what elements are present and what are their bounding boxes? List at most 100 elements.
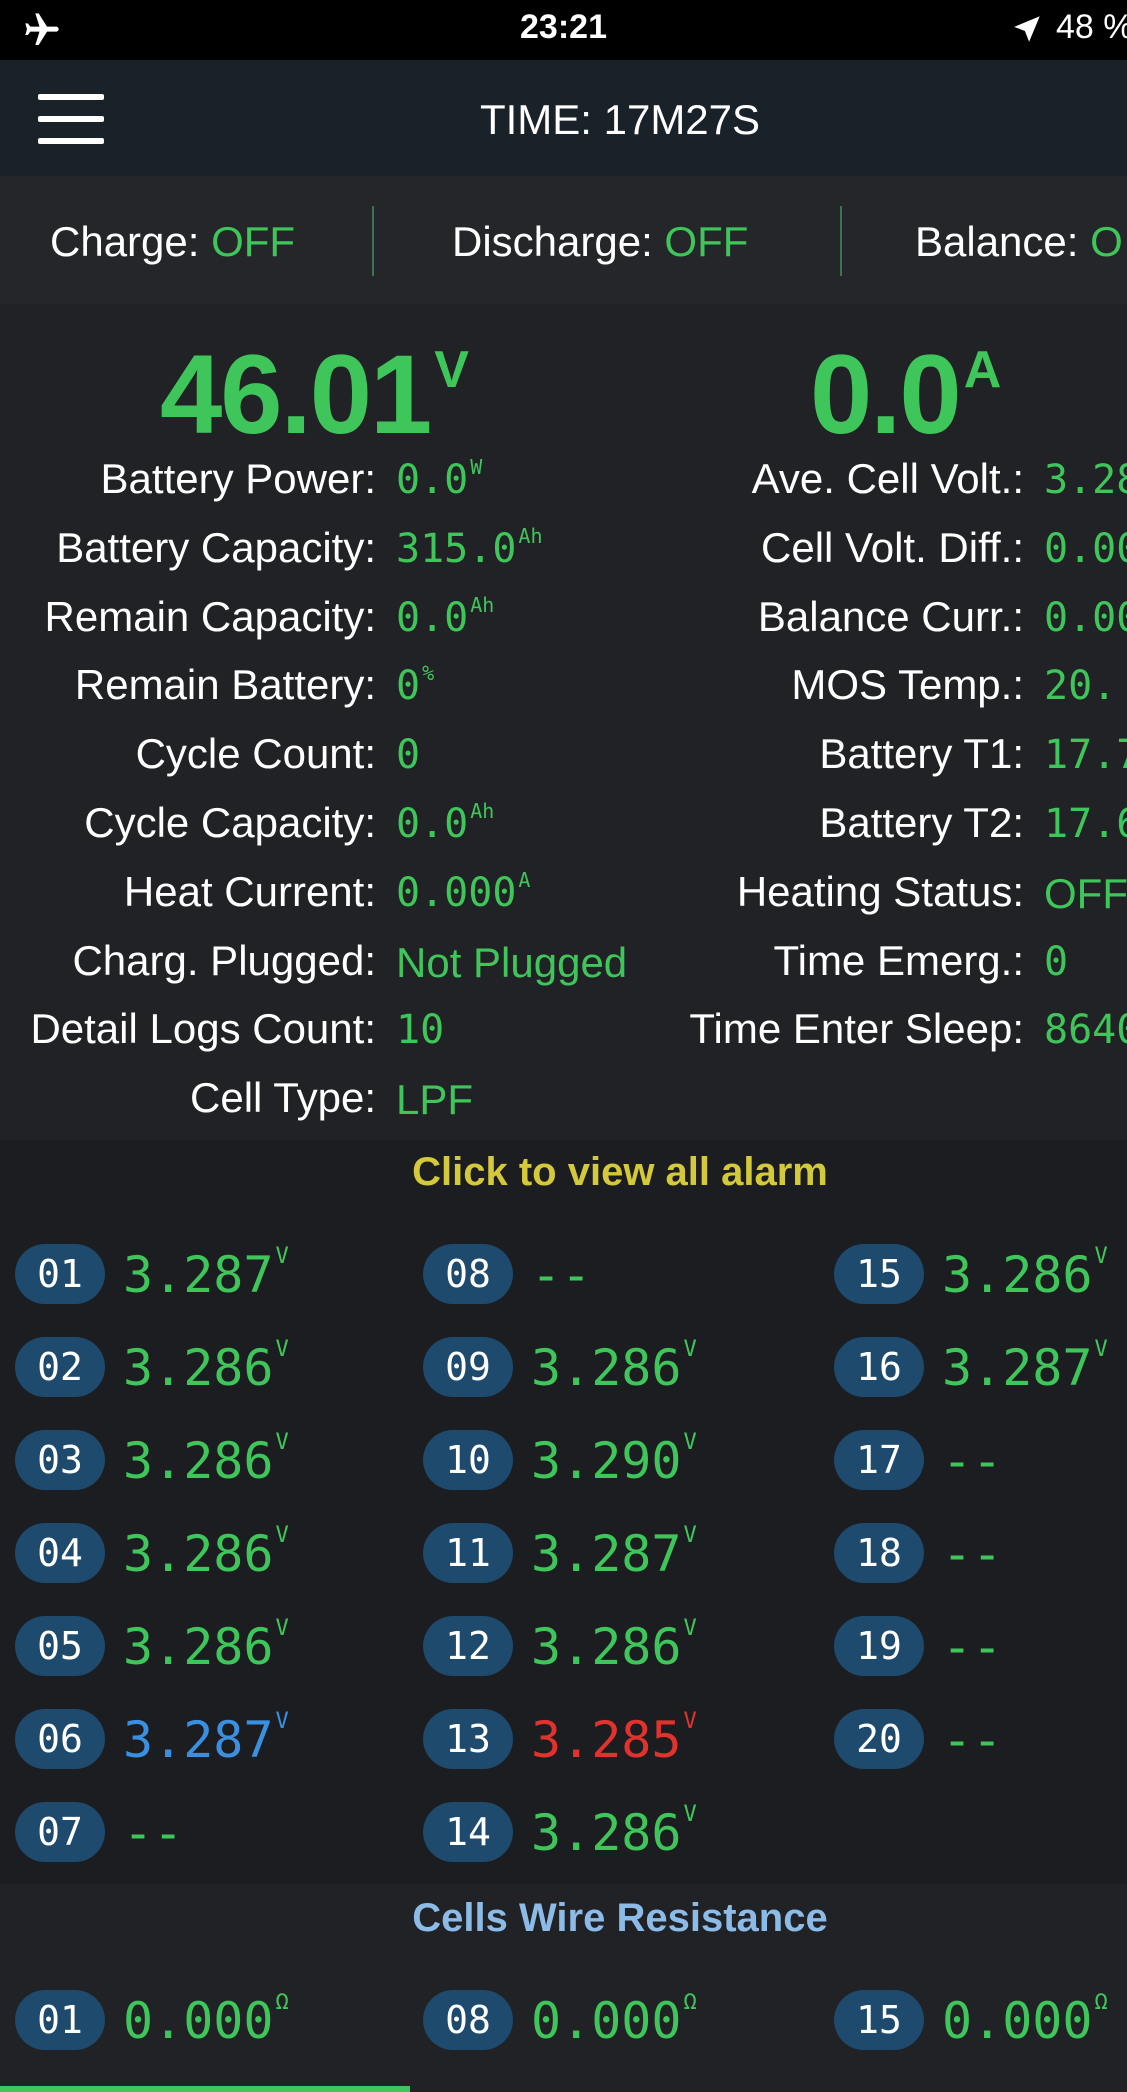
voltage-unit: V (434, 341, 469, 399)
cell-number-badge: 20 (834, 1709, 924, 1769)
cell-voltage-value: -- (942, 1618, 1002, 1676)
wire-resistance-text: 0.000 (942, 1992, 1093, 2050)
cell-voltage-text: 3.287 (123, 1246, 274, 1304)
cell-voltage-text: 3.286 (531, 1339, 682, 1397)
cell-voltage-text: 3.286 (123, 1618, 274, 1676)
info-label: Battery T1: (819, 730, 1024, 778)
info-label-cell: Cell Volt. Diff.: (0, 524, 1024, 584)
cell-voltage-text: -- (942, 1525, 1003, 1583)
cell-number-badge: 07 (15, 1802, 105, 1862)
cell-voltage-unit: V (683, 1802, 697, 1827)
cell-voltage-text: 3.285 (531, 1711, 682, 1769)
wire-resistance-unit: Ω (1094, 1990, 1108, 2015)
cell-voltage-value: 3.286V (531, 1616, 697, 1676)
cell-voltage-text: -- (942, 1432, 1003, 1490)
cell-voltage-value: 3.285V (531, 1709, 697, 1769)
cell-number-badge: 17 (834, 1430, 924, 1490)
location-arrow-icon (1014, 16, 1040, 42)
cell-voltage-unit: V (275, 1430, 289, 1455)
wire-resistance-unit: Ω (275, 1990, 289, 2015)
info-value: 0.00 (1044, 525, 1127, 572)
discharge-value: OFF (664, 218, 749, 265)
info-label: Battery T2: (819, 799, 1024, 846)
wire-resistance-unit: Ω (683, 1990, 697, 2015)
balance-label: Balance: (915, 218, 1091, 265)
cell-voltage-value: 3.286V (123, 1616, 289, 1676)
charge-switch[interactable]: Charge: OFF (50, 218, 295, 266)
status-time: 23:21 (520, 8, 607, 46)
info-label-cell: Time Emerg.: (0, 937, 1024, 997)
status-bar: 23:21 48 % (0, 0, 1127, 60)
cell-number-badge: 03 (15, 1430, 105, 1490)
cell-voltage-value: 3.286V (531, 1802, 697, 1862)
charge-value: OFF (211, 218, 296, 265)
cell-voltage-text: -- (123, 1804, 184, 1862)
info-label-cell: Battery T1: (0, 730, 1024, 790)
wire-resistance-text: 0.000 (123, 1992, 274, 2050)
info-label: Time Enter Sleep: (689, 1005, 1024, 1053)
cell-voltage-text: 3.287 (531, 1525, 682, 1583)
wire-resistance-title: Cells Wire Resistance (412, 1896, 828, 1940)
cell-voltage-value: -- (942, 1525, 1002, 1583)
balance-switch[interactable]: Balance: O (915, 218, 1123, 266)
scroll-indicator (0, 2086, 410, 2092)
cell-number-badge: 12 (423, 1616, 513, 1676)
cell-number-badge: 18 (834, 1523, 924, 1583)
cell-number-badge: 02 (15, 1337, 105, 1397)
cell-voltage-text: -- (942, 1711, 1003, 1769)
total-current: 0.0A (810, 330, 1001, 459)
cell-voltage-text: 3.286 (123, 1339, 274, 1397)
info-label: Cell Volt. Diff.: (761, 523, 1024, 571)
info-label-cell: Battery T2: (0, 799, 1024, 859)
wire-resistance-value: 0.000Ω (942, 1990, 1108, 2050)
cell-voltage-value: 3.286V (123, 1337, 289, 1397)
cell-voltage-text: 3.287 (123, 1711, 274, 1769)
cell-voltage-unit: V (275, 1244, 289, 1269)
cell-number-badge: 05 (15, 1616, 105, 1676)
cell-number-badge: 04 (15, 1523, 105, 1583)
cell-voltage-value: 3.290V (531, 1430, 697, 1490)
discharge-switch[interactable]: Discharge: OFF (452, 218, 748, 266)
cell-voltage-unit: V (683, 1523, 697, 1548)
info-value: OFF (1044, 869, 1127, 917)
info-label: Ave. Cell Volt.: (751, 455, 1024, 502)
cell-voltage-unit: V (683, 1337, 697, 1362)
info-label: Heating Status: (736, 867, 1024, 915)
cell-voltage-unit: V (683, 1616, 697, 1641)
view-all-alarms-link[interactable]: Click to view all alarm (0, 1150, 1127, 1195)
info-value: LPF (396, 1076, 473, 1124)
cell-number-badge: 08 (423, 1244, 513, 1304)
cell-number-badge: 01 (15, 1990, 105, 2050)
wire-resistance-value: 0.000Ω (123, 1990, 289, 2050)
cell-voltage-unit: V (275, 1523, 289, 1548)
cell-number-badge: 10 (423, 1430, 513, 1490)
info-value: 17.6 (1044, 801, 1127, 847)
info-label: Cell Type: (190, 1074, 376, 1122)
info-label-cell: Balance Curr.: (0, 593, 1024, 653)
cell-number-badge: 16 (834, 1337, 924, 1397)
cell-number-badge: 06 (15, 1709, 105, 1769)
cell-voltage-unit: V (683, 1430, 697, 1455)
cell-voltage-value: 3.286V (123, 1523, 289, 1583)
cell-voltage-value: 3.287V (942, 1337, 1108, 1397)
cell-voltage-text: 3.286 (942, 1246, 1093, 1304)
cell-voltage-value: -- (942, 1711, 1002, 1769)
charge-label: Charge: (50, 218, 212, 265)
info-label: MOS Temp.: (791, 661, 1024, 709)
cell-number-badge: 15 (834, 1990, 924, 2050)
info-label-cell: Time Enter Sleep: (0, 1005, 1024, 1065)
cell-number-badge: 13 (423, 1709, 513, 1769)
info-label-cell: Cell Type: (0, 1074, 376, 1134)
info-value-text: LPF (396, 1076, 474, 1124)
switch-status-row: Charge: OFF Discharge: OFF Balance: O (0, 176, 1127, 304)
cell-voltage-value: -- (942, 1432, 1002, 1490)
cell-voltage-text: 3.286 (531, 1804, 682, 1862)
info-label: Balance Curr.: (757, 592, 1024, 640)
cell-number-badge: 09 (423, 1337, 513, 1397)
divider (372, 206, 374, 276)
cell-voltage-text: 3.290 (531, 1432, 682, 1490)
total-current-value: 0.0 (810, 332, 962, 457)
info-value: 0.00 (1044, 594, 1127, 641)
discharge-label: Discharge: (452, 218, 665, 265)
cell-number-badge: 01 (15, 1244, 105, 1304)
